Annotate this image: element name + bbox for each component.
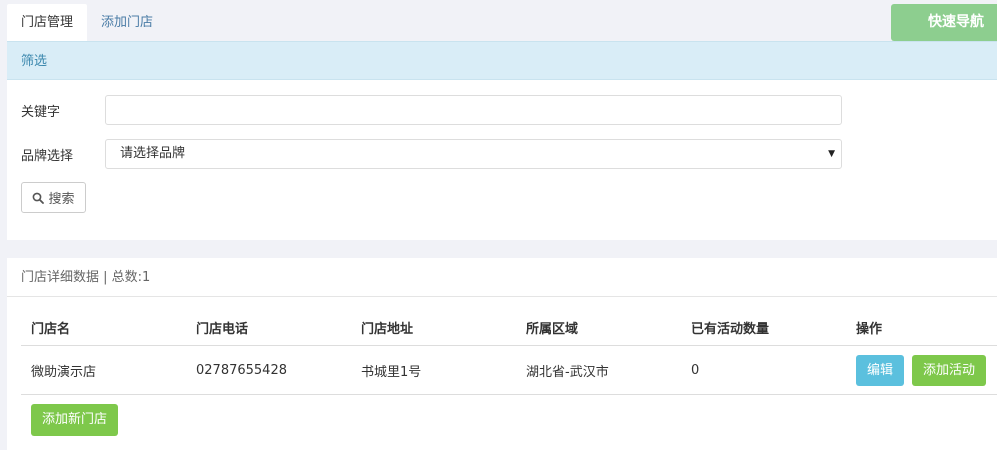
- search-button[interactable]: 搜索: [21, 182, 86, 213]
- search-icon: [33, 192, 45, 204]
- store-address-cell: 书城里1号: [361, 364, 422, 380]
- keyword-label: 关键字: [21, 104, 61, 120]
- tab-bar: 门店管理 添加门店: [7, 4, 167, 41]
- brand-select[interactable]: 请选择品牌 ▼: [105, 139, 842, 169]
- store-phone-cell: 02787655428: [196, 362, 287, 378]
- column-header-phone: 门店电话: [196, 321, 249, 337]
- search-button-label: 搜索: [48, 192, 75, 207]
- store-data-panel: 门店详细数据 | 总数:1 门店名 门店电话 门店地址 所属区域 已有活动数量 …: [7, 258, 997, 450]
- store-data-heading: 门店详细数据 | 总数:1: [7, 258, 997, 297]
- column-header-actions: 操作: [856, 321, 883, 337]
- store-name-cell: 微助演示店: [31, 364, 97, 380]
- quick-nav-button[interactable]: 快速导航: [891, 4, 997, 41]
- column-header-name: 门店名: [31, 321, 71, 337]
- table-row: 微助演示店 02787655428 书城里1号 湖北省-武汉市 0 编辑 添加活…: [21, 346, 997, 395]
- keyword-row: 关键字: [21, 95, 842, 125]
- tab-store-management[interactable]: 门店管理: [7, 4, 88, 41]
- dropdown-arrow-icon: ▼: [828, 149, 835, 159]
- add-new-store-button[interactable]: 添加新门店: [31, 404, 118, 436]
- actions-cell: 编辑 添加活动: [846, 354, 997, 386]
- store-table: 门店名 门店电话 门店地址 所属区域 已有活动数量 操作 微助演示店 02787…: [21, 309, 997, 395]
- edit-button[interactable]: 编辑: [856, 354, 905, 386]
- brand-row: 品牌选择 请选择品牌 ▼: [21, 139, 842, 169]
- tab-add-store[interactable]: 添加门店: [87, 4, 167, 41]
- column-header-region: 所属区域: [526, 321, 579, 337]
- keyword-input[interactable]: [105, 95, 842, 125]
- add-activity-button[interactable]: 添加活动: [912, 354, 987, 386]
- column-header-activity-count: 已有活动数量: [691, 321, 770, 337]
- table-header: 门店名 门店电话 门店地址 所属区域 已有活动数量 操作: [21, 309, 997, 346]
- brand-select-value: 请选择品牌: [120, 146, 186, 161]
- filter-heading: 筛选: [7, 41, 997, 80]
- activity-count-cell: 0: [691, 362, 700, 378]
- store-region-cell: 湖北省-武汉市: [526, 364, 609, 380]
- filter-panel: 筛选 关键字 品牌选择 请选择品牌 ▼ 搜索: [7, 41, 997, 240]
- column-header-address: 门店地址: [361, 321, 414, 337]
- brand-label: 品牌选择: [21, 148, 74, 164]
